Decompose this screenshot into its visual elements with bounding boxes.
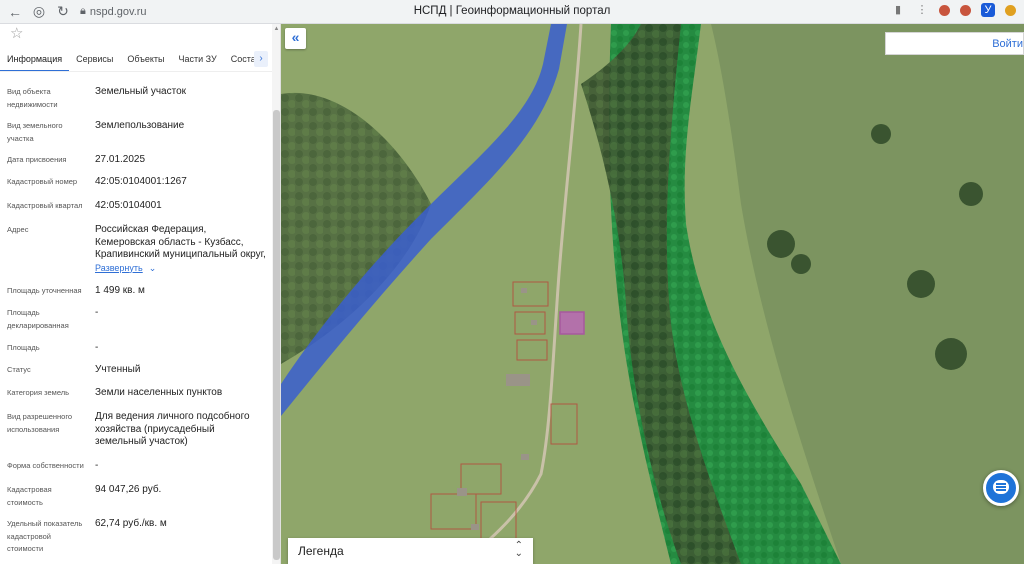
panel-tabs: Информация Сервисы Объекты Части ЗУ Сост… (0, 46, 272, 72)
tab-objects[interactable]: Объекты (120, 46, 171, 71)
field-label: Кадастровая стоимость (7, 485, 52, 507)
lock-icon: 🔒︎ (80, 5, 86, 17)
menu-dots-icon[interactable]: ⋮ (915, 3, 929, 17)
field-label: Категория земель (7, 388, 70, 397)
field-value[interactable]: 42:05:0104001:1267 (95, 176, 270, 189)
chevron-down-icon: ⌄ (148, 262, 157, 273)
field-value: Российская Федерация, Кемеровская област… (95, 224, 270, 274)
info-panel: ☆ Информация Сервисы Объекты Части ЗУ Со… (0, 24, 281, 564)
extension-icon[interactable]: У (981, 3, 995, 17)
shield-icon[interactable]: ◎ (30, 3, 48, 21)
expand-address-link[interactable]: Развернуть ⌄ (95, 262, 270, 275)
legend-label: Легенда (298, 544, 344, 558)
field-value: - (95, 460, 99, 471)
field-value: - (95, 342, 99, 353)
field-value: 62,74 руб./кв. м (95, 518, 167, 529)
bookmark-icon[interactable]: ▮ (891, 3, 905, 17)
tabs-next-button[interactable]: › (254, 51, 268, 67)
field-label: Форма собственности (7, 461, 84, 470)
collapse-panel-button[interactable]: « (285, 28, 306, 49)
chat-icon (993, 480, 1009, 494)
satellite-map (281, 24, 1024, 564)
field-label: Площадь (7, 343, 40, 352)
chevron-updown-icon: ⌃ ⌄ (514, 540, 523, 559)
field-label: Удельный показатель кадастровой стоимост… (7, 519, 83, 553)
address-bar[interactable]: 🔒︎ nspd.gov.ru (80, 3, 220, 21)
back-icon[interactable]: ← (6, 3, 24, 21)
field-label: Дата присвоения (7, 155, 67, 164)
tab-services[interactable]: Сервисы (69, 46, 120, 71)
field-value: 94 047,26 руб. (95, 484, 162, 495)
field-value: 27.01.2025 (95, 154, 146, 165)
field-label: Вид объекта недвижимости (7, 87, 58, 109)
extension-icon[interactable] (960, 4, 971, 16)
field-label: Вид разрешенного использования (7, 412, 73, 434)
chat-button[interactable] (983, 470, 1019, 506)
tab-parts[interactable]: Части ЗУ (172, 46, 224, 71)
field-value: 1 499 кв. м (95, 285, 145, 296)
field-value: Земельный участок (95, 86, 187, 97)
field-value: Земли населенных пунктов (95, 387, 223, 398)
tab-info[interactable]: Информация (0, 46, 70, 71)
field-value: Для ведения личного подсобного хозяйства… (95, 411, 250, 447)
extension-icon[interactable] (939, 4, 950, 16)
url-text: nspd.gov.ru (89, 5, 147, 18)
panel-scrollbar[interactable]: ▲ (272, 24, 280, 564)
field-label: Статус (7, 365, 31, 374)
scrollbar-thumb[interactable] (273, 110, 280, 560)
reload-icon[interactable]: ↻ (54, 3, 72, 21)
browser-toolbar: ← ◎ ↻ 🔒︎ nspd.gov.ru НСПД | Геоинформаци… (0, 0, 1024, 24)
field-label: Вид земельного участка (7, 121, 63, 143)
field-label: Кадастровый номер (7, 177, 78, 186)
field-value: Землепользование (95, 120, 185, 131)
field-label: Площадь уточненная (7, 286, 82, 295)
legend-dropdown[interactable]: Легенда ⌃ ⌄ (288, 538, 533, 564)
field-value[interactable]: 42:05:0104001 (95, 200, 270, 213)
field-label: Кадастровый квартал (7, 201, 83, 210)
field-value: Учтенный (95, 364, 141, 375)
extension-icon[interactable] (1005, 4, 1016, 16)
selected-parcel (559, 311, 585, 335)
field-label: Площадь декларированная (7, 308, 69, 330)
favorite-star-icon[interactable]: ☆ (10, 24, 23, 42)
map-view[interactable]: « Войти Легенда ⌃ ⌄ (281, 24, 1024, 564)
field-label: Адрес (7, 225, 29, 234)
field-value: - (95, 307, 99, 318)
scroll-up-icon[interactable]: ▲ (272, 26, 280, 32)
login-button[interactable]: Войти (885, 32, 1024, 55)
